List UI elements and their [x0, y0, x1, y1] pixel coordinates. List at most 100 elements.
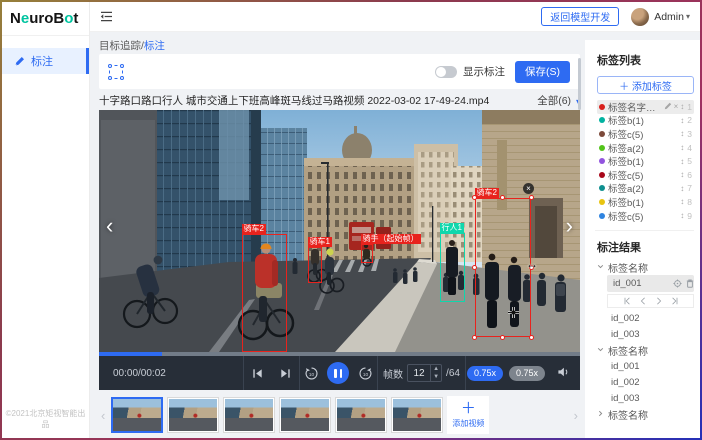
label-list-item[interactable]: 标签c(5)↕3	[597, 127, 694, 141]
swap-order-icon[interactable]: ↕	[680, 143, 684, 152]
speed-pill[interactable]: 0.75x	[467, 366, 503, 381]
label-list-item[interactable]: 标签名字最长数...×↕1	[597, 100, 694, 114]
swap-order-icon[interactable]: ↕	[680, 197, 684, 206]
pagination-next-icon[interactable]	[655, 297, 663, 305]
video-thumbnail[interactable]	[111, 397, 163, 433]
annotation-box[interactable]: 骑车2	[242, 234, 287, 352]
pen-icon	[14, 56, 25, 67]
label-index: 4	[687, 143, 692, 153]
thumbs-prev-icon[interactable]: ‹	[99, 408, 107, 423]
resize-handle[interactable]	[472, 195, 477, 200]
result-id-label: id_001	[611, 361, 640, 372]
result-id-label: id_002	[611, 313, 640, 324]
annotation-label: 骑手（起始帧）	[361, 234, 421, 244]
label-list-item[interactable]: 标签a(2)↕4	[597, 141, 694, 155]
stepper-up-icon[interactable]: ▲	[431, 365, 441, 373]
sidebar-item-annotate[interactable]: 标注	[2, 48, 89, 74]
video-thumbnail[interactable]	[223, 397, 275, 433]
swap-order-icon[interactable]: ↕	[680, 157, 684, 166]
logo-letter: t	[73, 10, 78, 27]
resize-handle[interactable]	[500, 335, 505, 340]
pagination-prev-icon[interactable]	[639, 297, 647, 305]
video-thumbnail[interactable]	[335, 397, 387, 433]
swap-order-icon[interactable]: ↕	[680, 116, 684, 125]
pagination-last-icon[interactable]	[671, 297, 679, 305]
video-stage[interactable]: ‹ › 骑车2 骑车1 骑手（起始帧） 行人1 骑车2×↔	[99, 110, 580, 352]
label-list-item[interactable]: 标签c(5)↕9	[597, 209, 694, 223]
add-video-button[interactable]: ＋ 添加视频	[447, 396, 489, 434]
result-id-row[interactable]: id_002	[597, 374, 694, 390]
chevron-right-icon[interactable]	[597, 409, 604, 420]
edit-pencil-icon[interactable]	[664, 102, 672, 112]
bounding-box-tool-icon[interactable]	[109, 65, 123, 79]
result-id-row[interactable]: id_001	[607, 275, 694, 292]
speed-pill[interactable]: 0.75x	[509, 366, 545, 381]
save-button[interactable]: 保存(S)	[515, 61, 570, 83]
show-annotation-toggle[interactable]	[435, 66, 457, 78]
volume-control[interactable]	[546, 366, 580, 381]
thumbnail-image	[393, 399, 441, 431]
video-thumbnail[interactable]	[279, 397, 331, 433]
label-index: 2	[687, 115, 692, 125]
result-id-row[interactable]: id_003	[597, 390, 694, 406]
close-annotation-icon[interactable]: ×	[523, 183, 534, 194]
chevron-down-icon[interactable]: ▾	[686, 12, 690, 21]
annotation-box[interactable]: 行人1	[440, 233, 465, 302]
chevron-down-icon[interactable]	[597, 345, 604, 356]
pause-button[interactable]	[327, 362, 349, 384]
back-to-model-dev-button[interactable]: 返回模型开发	[541, 7, 619, 26]
result-id-row[interactable]: id_002	[597, 310, 694, 326]
video-thumbnail[interactable]	[167, 397, 219, 433]
swap-order-icon[interactable]: ↕	[680, 184, 684, 193]
trash-icon[interactable]	[686, 279, 694, 288]
annotation-box-selected[interactable]: 骑车2×↔	[475, 198, 531, 337]
filter-dropdown[interactable]: 全部(6) ▾	[537, 93, 580, 108]
menu-fold-icon[interactable]	[100, 11, 113, 22]
add-label-button[interactable]: ＋ 添加标签	[597, 76, 694, 94]
resize-handle[interactable]	[472, 335, 477, 340]
logo-letter: e	[21, 10, 29, 27]
carousel-next-icon[interactable]: ›	[566, 216, 573, 236]
result-group-row[interactable]: 标签名称	[597, 342, 694, 358]
swap-order-icon[interactable]: ↕	[680, 211, 684, 220]
swap-order-icon[interactable]: ↕	[680, 102, 684, 111]
avatar[interactable]	[631, 8, 649, 26]
prev-frame-icon[interactable]	[251, 367, 264, 380]
label-list-item[interactable]: 标签b(1)↕8	[597, 195, 694, 209]
user-name[interactable]: Admin	[654, 11, 684, 23]
annotation-box[interactable]: 骑车1	[308, 247, 322, 283]
resize-handle[interactable]	[500, 195, 505, 200]
next-frame-icon[interactable]	[279, 367, 292, 380]
breadcrumb-parent[interactable]: 目标追踪	[99, 40, 141, 52]
thumbs-next-icon[interactable]: ›	[572, 408, 580, 423]
locate-icon[interactable]	[673, 279, 682, 288]
resize-handle[interactable]	[529, 335, 534, 340]
thumbnail-image	[113, 399, 161, 431]
thumbnail-list	[111, 397, 443, 433]
label-list-item[interactable]: 标签c(5)↕6	[597, 168, 694, 182]
swap-order-icon[interactable]: ↕	[680, 129, 684, 138]
rewind-10-icon[interactable]: 10	[304, 366, 319, 381]
forward-10-icon[interactable]: 10	[358, 366, 373, 381]
stepper-down-icon[interactable]: ▼	[431, 373, 441, 381]
annotation-box[interactable]: 骑手（起始帧）	[361, 244, 373, 263]
result-id-row[interactable]: id_003	[597, 326, 694, 342]
result-group-row[interactable]: 标签名称	[597, 406, 694, 422]
delete-x-icon[interactable]: ×	[674, 102, 679, 111]
result-group-row[interactable]: 标签名称	[597, 259, 694, 275]
frame-number-input[interactable]	[408, 365, 430, 381]
video-thumbnail[interactable]	[391, 397, 443, 433]
chevron-down-icon[interactable]	[597, 262, 604, 273]
result-id-row[interactable]: id_001	[597, 358, 694, 374]
annotation-label: 骑车2	[242, 224, 266, 234]
swap-order-icon[interactable]: ↕	[680, 170, 684, 179]
label-list-item[interactable]: 标签b(1)↕5	[597, 154, 694, 168]
scrollbar-thumb[interactable]	[578, 58, 581, 110]
sidebar: NeuroBot 标注 ©2021北京矩视智能出品	[2, 2, 90, 438]
resize-handle[interactable]	[472, 265, 477, 270]
label-list-item[interactable]: 标签b(1)↕2	[597, 114, 694, 128]
resize-handle[interactable]	[529, 195, 534, 200]
label-list-item[interactable]: 标签a(2)↕7	[597, 182, 694, 196]
pagination-first-icon[interactable]	[623, 297, 631, 305]
carousel-prev-icon[interactable]: ‹	[106, 216, 113, 236]
